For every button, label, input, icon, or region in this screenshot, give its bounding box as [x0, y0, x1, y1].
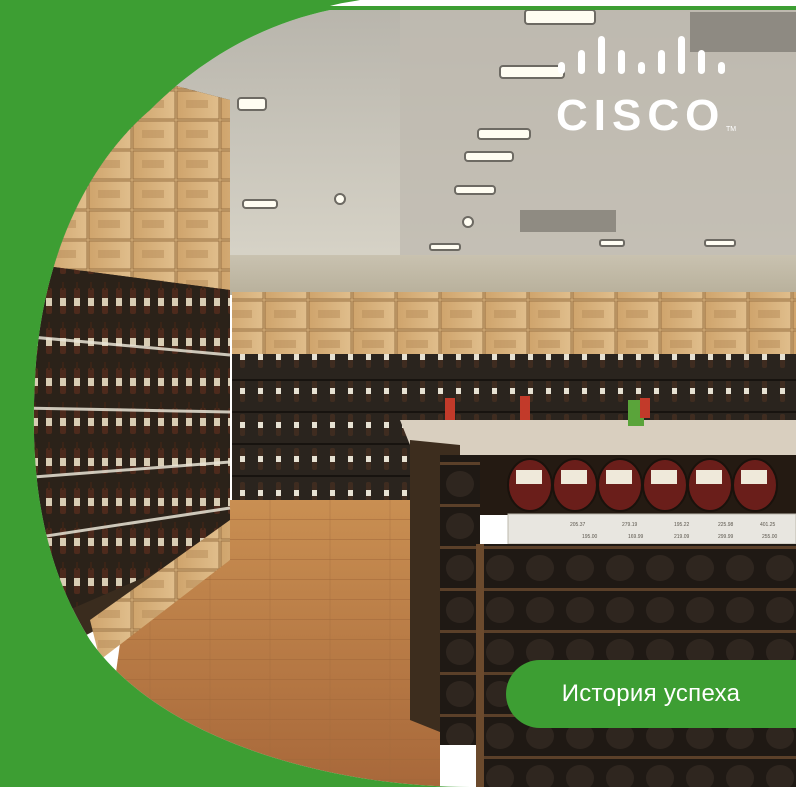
price-tag: 205.37 — [570, 522, 586, 528]
price-tag: 401.25 — [760, 522, 776, 528]
cisco-wordmark: CISCO — [556, 91, 726, 140]
price-tag: 299.99 — [718, 534, 734, 540]
price-tag: 195.00 — [582, 534, 598, 540]
cisco-logo: CISCO TM — [556, 34, 736, 144]
price-tag: 255.00 — [762, 534, 778, 540]
price-tag: 279.19 — [622, 522, 638, 528]
price-tag: 169.99 — [628, 534, 644, 540]
success-story-label: История успеха — [561, 680, 741, 707]
price-tag: 219.09 — [674, 534, 690, 540]
price-tag: 225.98 — [718, 522, 734, 528]
success-story-badge: История успеха — [506, 660, 796, 728]
trademark-mark: TM — [726, 126, 737, 133]
poster: 205.37 279.19 195.22 225.98 401.25 195.0… — [0, 0, 796, 787]
cisco-bridge-bars-icon — [558, 36, 725, 74]
price-tag: 195.22 — [674, 522, 690, 528]
